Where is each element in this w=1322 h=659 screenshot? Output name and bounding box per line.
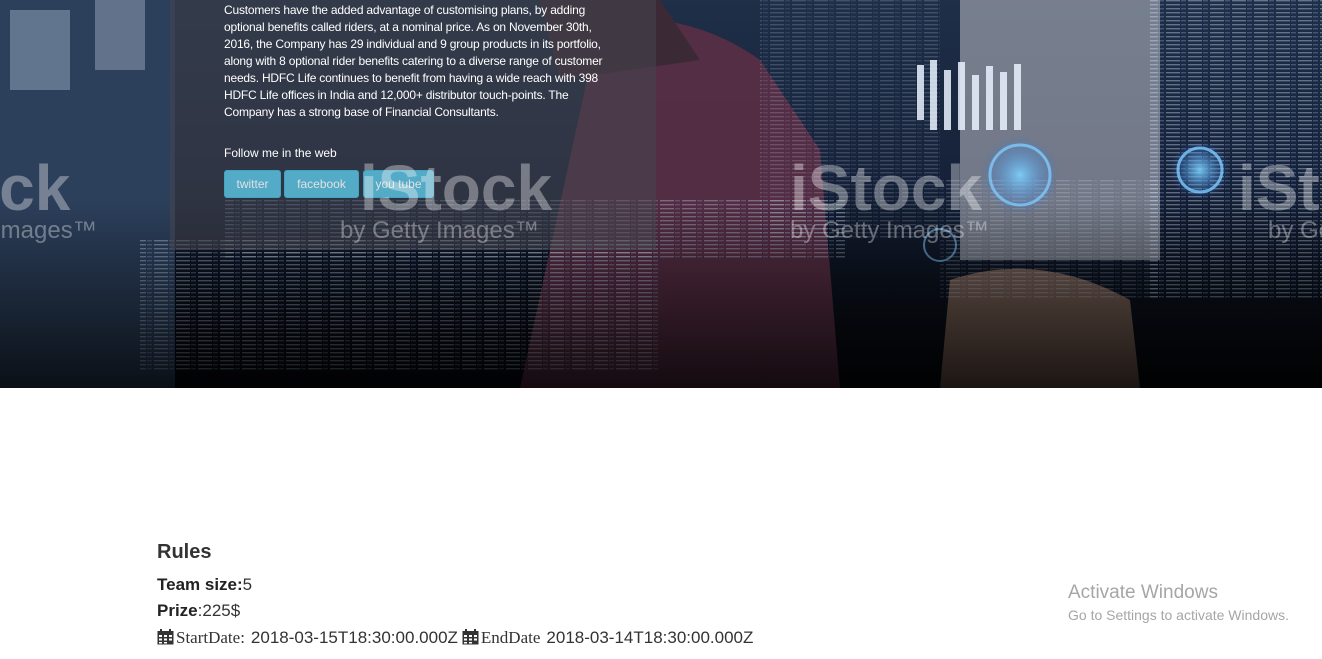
rules-heading: Rules [157,541,212,563]
team-size-label: Team size: [157,575,243,594]
svg-text:iSt: iSt [1238,152,1320,224]
calendar-icon [462,629,479,645]
svg-text:by Getty Images™: by Getty Images™ [340,217,539,244]
start-date-value: 2018-03-15T18:30:00.000Z [250,628,458,647]
prize-value: :225$ [197,601,241,620]
hero-banner: Customers have the added advantage of cu… [0,0,1322,388]
istock-watermark: ock Images™ iStock by Getty Images™ iSto… [0,152,1322,244]
svg-text:by Get: by Get [1268,217,1322,244]
dates-row: StartDate: 2018-03-15T18:30:00.000Z EndD… [157,627,757,648]
svg-text:Images™: Images™ [0,217,97,244]
prize-row: Prize:225$ [157,601,240,621]
end-date-label: EndDate [480,628,541,647]
end-date-value: 2018-03-14T18:30:00.000Z [546,628,754,647]
start-date-label: StartDate: [176,628,245,647]
calendar-icon [157,629,174,645]
activate-windows-subtitle: Go to Settings to activate Windows. [1068,607,1289,623]
team-size-row: Team size:5 [157,575,252,595]
activate-windows-title: Activate Windows [1068,582,1218,603]
svg-text:iStock: iStock [790,152,982,224]
prize-label: Prize [157,601,198,620]
svg-text:by Getty Images™: by Getty Images™ [790,217,989,244]
svg-text:iStock: iStock [360,152,552,224]
svg-text:ock: ock [0,152,71,224]
team-size-value: 5 [242,575,253,594]
